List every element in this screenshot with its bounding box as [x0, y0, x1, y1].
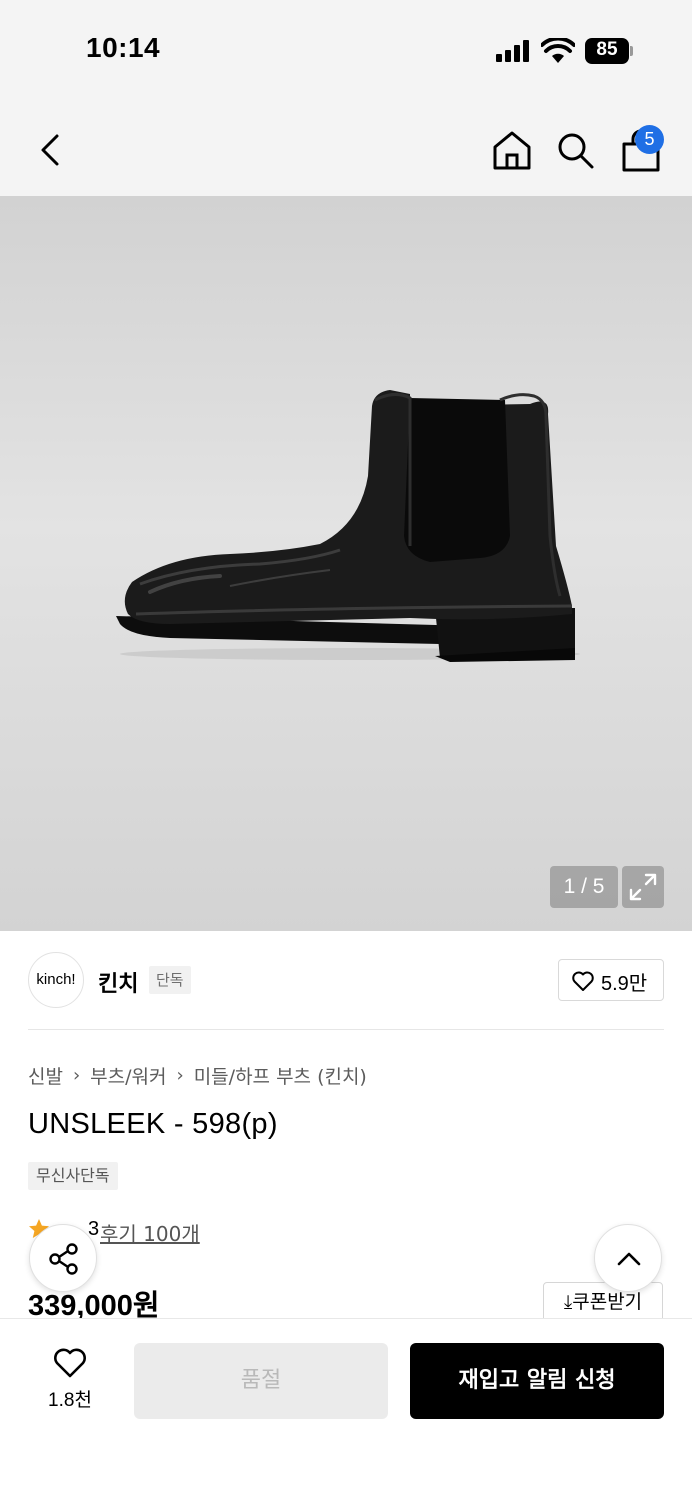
- restock-alert-button[interactable]: 재입고 알림 신청: [410, 1343, 664, 1419]
- chevron-right-icon: ›: [176, 1065, 184, 1086]
- cellular-signal-icon: [496, 40, 532, 62]
- product-title: UNSLEEK - 598(p): [28, 1108, 278, 1140]
- brand-like-button[interactable]: 5.9만: [558, 959, 664, 1001]
- status-time: 10:14: [86, 32, 161, 63]
- divider: [28, 1029, 664, 1030]
- cart-count-badge: 5: [635, 125, 664, 154]
- wifi-icon: [541, 38, 575, 63]
- brand-like-count: 5.9만: [601, 973, 648, 995]
- coupon-label: 쿠폰받기: [572, 1291, 643, 1313]
- review-link[interactable]: 후기 100개: [100, 1218, 200, 1247]
- breadcrumb-item[interactable]: 부츠/워커: [90, 1062, 166, 1089]
- status-bar: 10:14 85: [0, 0, 692, 100]
- battery-icon: 85: [585, 38, 633, 64]
- brand-exclusive-tag: 단독: [149, 966, 191, 994]
- bottom-action-bar: 1.8천 품절 재입고 알림 신청: [0, 1318, 692, 1500]
- wishlist-button[interactable]: 1.8천: [34, 1347, 106, 1417]
- expand-icon[interactable]: [622, 866, 664, 908]
- back-icon[interactable]: [30, 128, 70, 172]
- heart-icon: [54, 1348, 86, 1378]
- breadcrumb-item[interactable]: 미들/하프 부츠 (킨치): [194, 1062, 367, 1089]
- brand-row: kinch! 킨치 단독 5.9만: [28, 952, 664, 1010]
- wishlist-count: 1.8천: [48, 1390, 92, 1411]
- home-icon[interactable]: [490, 128, 534, 172]
- share-icon: [49, 1243, 78, 1275]
- chevron-right-icon: ›: [72, 1065, 81, 1086]
- heart-icon: [572, 971, 594, 991]
- share-button[interactable]: [29, 1224, 97, 1292]
- product-image-boot: [116, 390, 580, 662]
- brand-name[interactable]: 킨치: [98, 966, 138, 998]
- image-pager: 1 / 5: [550, 866, 618, 908]
- brand-logo[interactable]: kinch!: [28, 952, 84, 1008]
- soldout-button: 품절: [134, 1343, 388, 1419]
- scroll-top-button[interactable]: [594, 1224, 662, 1292]
- battery-level: 85: [596, 39, 618, 60]
- download-icon: ⤓: [563, 1291, 573, 1313]
- breadcrumb-item[interactable]: 신발: [28, 1062, 63, 1089]
- breadcrumb: 신발 › 부츠/워커 › 미들/하프 부츠 (킨치): [28, 1062, 367, 1089]
- search-icon[interactable]: [554, 128, 596, 172]
- exclusive-tag: 무신사단독: [28, 1162, 118, 1190]
- coupon-button[interactable]: ⤓쿠폰받기: [543, 1282, 663, 1322]
- chevron-up-icon: [617, 1252, 641, 1266]
- top-nav: [0, 100, 692, 196]
- product-image-gallery[interactable]: 1 / 5: [0, 196, 692, 931]
